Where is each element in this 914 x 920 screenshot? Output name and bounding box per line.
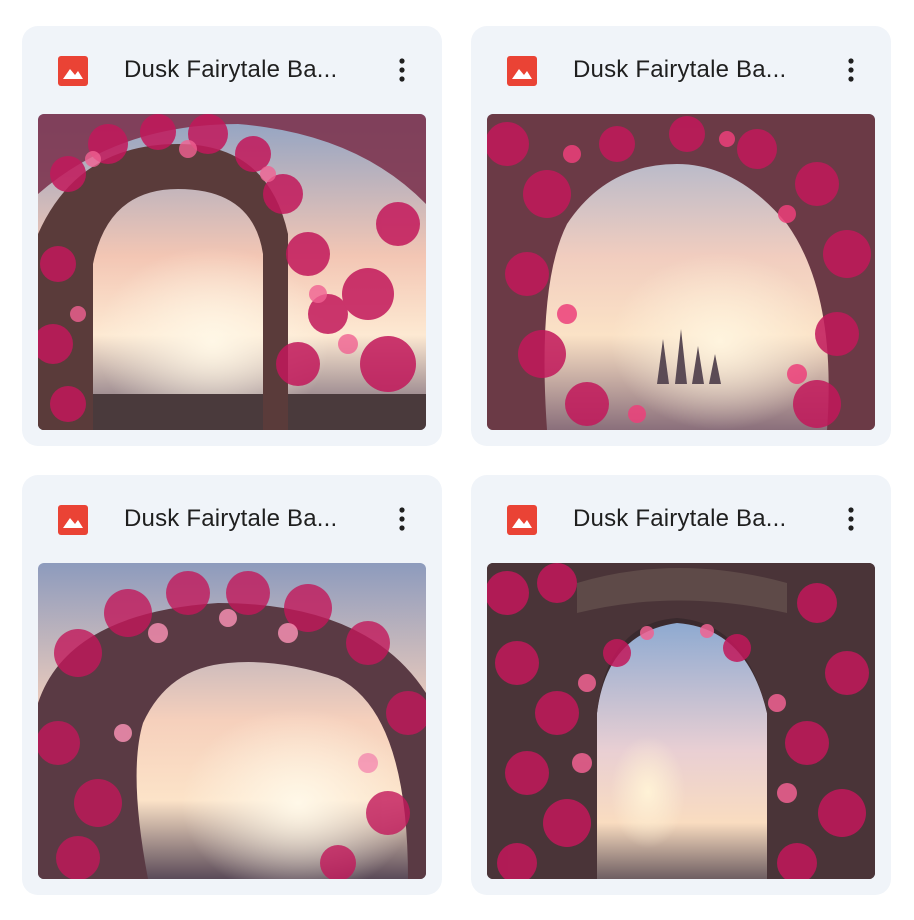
file-thumbnail[interactable]: [487, 563, 875, 879]
file-title: Dusk Fairytale Ba...: [573, 56, 787, 83]
file-thumbnail[interactable]: [487, 114, 875, 430]
image-file-icon: [507, 56, 537, 86]
more-vert-icon: [399, 507, 405, 531]
file-title: Dusk Fairytale Ba...: [124, 505, 338, 532]
file-card-header: Dusk Fairytale Ba...: [22, 26, 442, 114]
more-vert-icon: [848, 507, 854, 531]
file-title: Dusk Fairytale Ba...: [573, 505, 787, 532]
file-card-header: Dusk Fairytale Ba...: [471, 475, 891, 563]
image-file-icon: [58, 56, 88, 86]
file-title: Dusk Fairytale Ba...: [124, 56, 338, 83]
more-options-button[interactable]: [382, 50, 422, 90]
file-card[interactable]: Dusk Fairytale Ba...: [471, 475, 891, 895]
file-card[interactable]: Dusk Fairytale Ba...: [22, 26, 442, 446]
file-thumbnail[interactable]: [38, 114, 426, 430]
image-file-icon: [507, 505, 537, 535]
more-vert-icon: [848, 58, 854, 82]
more-options-button[interactable]: [382, 499, 422, 539]
file-card-header: Dusk Fairytale Ba...: [471, 26, 891, 114]
file-card[interactable]: Dusk Fairytale Ba...: [22, 475, 442, 895]
image-file-icon: [58, 505, 88, 535]
more-vert-icon: [399, 58, 405, 82]
file-thumbnail[interactable]: [38, 563, 426, 879]
more-options-button[interactable]: [831, 50, 871, 90]
more-options-button[interactable]: [831, 499, 871, 539]
file-card[interactable]: Dusk Fairytale Ba...: [471, 26, 891, 446]
file-grid: Dusk Fairytale Ba... Dusk Fairytale Ba..…: [0, 0, 914, 920]
file-card-header: Dusk Fairytale Ba...: [22, 475, 442, 563]
